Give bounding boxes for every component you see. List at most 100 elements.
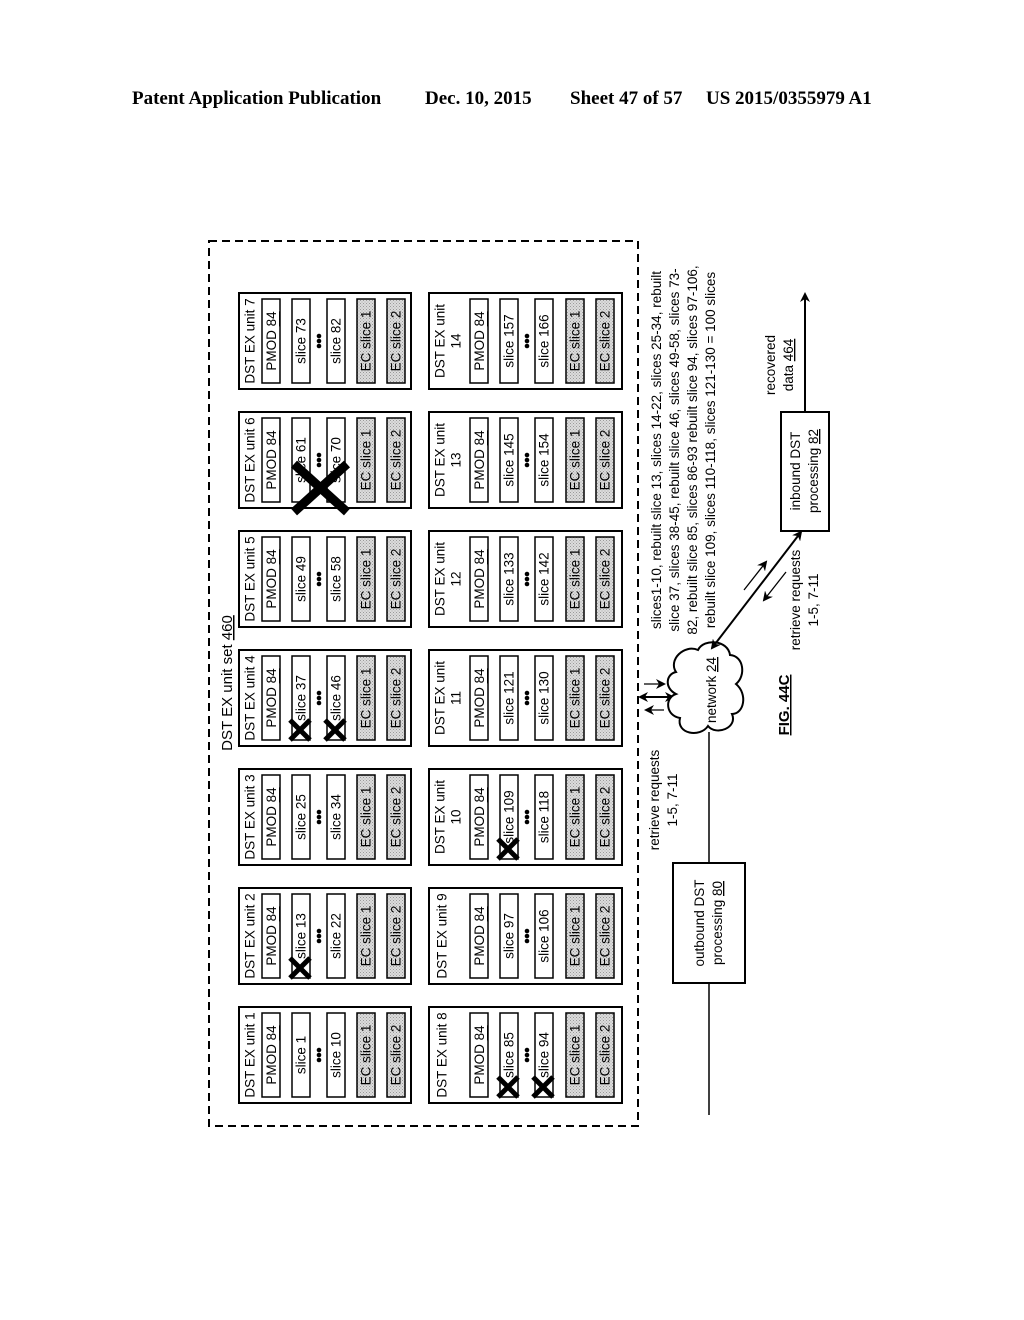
- pmod-label: PMOD 84: [264, 1025, 279, 1085]
- ec-slice-label: EC slice 2: [598, 787, 613, 848]
- slice-label: slice 34: [329, 794, 344, 840]
- ellipsis-icon: [524, 928, 530, 944]
- slice-label: slice 166: [537, 314, 552, 367]
- pmod-label: PMOD 84: [472, 787, 487, 847]
- ec-slice-label: EC slice 1: [359, 906, 374, 967]
- dst-ex-unit: DST EX unit 8 PMOD 84 slice 85 slice 94 EC s…: [428, 1006, 623, 1104]
- slice-label: slice 94: [537, 1032, 552, 1078]
- dst-ex-unit: DST EX unit 11 PMOD 84 slice 121 slice 130 EC…: [428, 649, 623, 747]
- unit-title: DST EX unit: [433, 304, 448, 378]
- ec-slice-label: EC slice 1: [568, 668, 583, 729]
- slices-summary-line1: slices1-10, rebuilt slice 13, slices 14-…: [649, 271, 664, 629]
- ec-slice-label: EC slice 1: [359, 1025, 374, 1086]
- dst-ex-unit: DST EX unit 10 PMOD 84 slice 109 slice 118 EC…: [428, 768, 623, 866]
- slice-label: slice 157: [502, 314, 517, 367]
- slice-label: slice 82: [329, 318, 344, 364]
- unit-title: DST EX unit 9: [435, 893, 450, 978]
- pmod-label: PMOD 84: [472, 311, 487, 371]
- slices-summary-line2: slice 37, slices 38-45, rebuilt slice 46…: [667, 268, 682, 631]
- ec-slice-label: EC slice 2: [389, 430, 404, 491]
- ec-slice-label: EC slice 2: [598, 549, 613, 610]
- slice-label: slice 49: [294, 556, 309, 602]
- dst-ex-unit: DST EX unit 2 PMOD 84 slice 13 slice 22 EC s…: [238, 887, 412, 985]
- pmod-label: PMOD 84: [264, 787, 279, 847]
- unit-title: DST EX unit 6: [243, 417, 258, 502]
- ec-slice-label: EC slice 2: [598, 1025, 613, 1086]
- slice-label: slice 133: [502, 552, 517, 605]
- figure-44c: DST EX unit set 460 DST EX unit 1 PMOD 84…: [208, 240, 830, 1127]
- slice-label: slice 13: [294, 913, 309, 959]
- ec-slice-label: EC slice 2: [598, 906, 613, 967]
- slice-label: slice 58: [329, 556, 344, 602]
- dst-ex-unit: DST EX unit 4 PMOD 84 slice 37 slice 46 EC s…: [238, 649, 412, 747]
- pmod-label: PMOD 84: [264, 311, 279, 371]
- ec-slice-label: EC slice 1: [568, 1025, 583, 1086]
- slice-label: slice 10: [329, 1032, 344, 1078]
- unit-title: DST EX unit 1: [243, 1012, 258, 1097]
- ec-slice-label: EC slice 1: [568, 906, 583, 967]
- slice-label: slice 22: [329, 913, 344, 959]
- ellipsis-icon: [316, 809, 322, 825]
- network-label: network 24: [704, 656, 719, 723]
- ec-slice-label: EC slice 1: [568, 430, 583, 491]
- unit-title-number: 10: [449, 809, 464, 824]
- ec-slice-label: EC slice 2: [389, 311, 404, 372]
- slice-label: slice 118: [537, 791, 552, 843]
- ec-slice-label: EC slice 1: [359, 549, 374, 610]
- pmod-label: PMOD 84: [264, 906, 279, 966]
- ec-slice-label: EC slice 2: [389, 1025, 404, 1086]
- pmod-label: PMOD 84: [264, 430, 279, 490]
- slice-label: slice 109: [502, 790, 517, 843]
- ellipsis-icon: [316, 333, 322, 349]
- dst-ex-unit: DST EX unit 3 PMOD 84 slice 25 slice 34 EC s…: [238, 768, 412, 866]
- ellipsis-icon: [316, 452, 322, 468]
- ellipsis-icon: [524, 809, 530, 825]
- recovered-label-line1: recovered: [763, 335, 778, 395]
- unit-title-number: 14: [449, 333, 464, 349]
- slice-label: slice 25: [294, 794, 309, 840]
- ec-slice-label: EC slice 2: [598, 311, 613, 372]
- slice-label: slice 1: [294, 1036, 309, 1074]
- figure-label: FIG. 44C: [776, 674, 793, 735]
- unit-title: DST EX unit: [433, 542, 448, 616]
- ellipsis-icon: [524, 690, 530, 706]
- ec-slice-label: EC slice 1: [568, 311, 583, 372]
- unit-title: DST EX unit 8: [435, 1012, 450, 1097]
- ellipsis-icon: [316, 1047, 322, 1063]
- slice-label: slice 37: [294, 675, 309, 721]
- ec-slice-label: EC slice 1: [568, 549, 583, 610]
- outbound-dst-processing-box: [672, 862, 746, 984]
- request-arrow-diagonal-icon: [743, 560, 768, 591]
- slice-label: slice 121: [502, 671, 517, 724]
- slices-summary-line4: rebuilt slice 109, slices 110-118, slice…: [703, 272, 718, 629]
- pmod-label: PMOD 84: [264, 549, 279, 609]
- slice-label: slice 85: [502, 1032, 517, 1078]
- dst-ex-unit: DST EX unit 12 PMOD 84 slice 133 slice 142 EC…: [428, 530, 623, 628]
- ec-slice-label: EC slice 2: [598, 430, 613, 491]
- unit-title-number: 12: [449, 571, 464, 586]
- ec-slice-label: EC slice 1: [359, 311, 374, 372]
- unit-title: DST EX unit 2: [243, 893, 258, 978]
- unit-title: DST EX unit: [433, 780, 448, 854]
- ellipsis-icon: [316, 690, 322, 706]
- slice-label: slice 46: [329, 675, 344, 721]
- slice-label: slice 142: [537, 552, 552, 605]
- unit-title: DST EX unit 7: [243, 298, 258, 383]
- ec-slice-label: EC slice 2: [389, 787, 404, 848]
- dst-ex-unit: DST EX unit 5 PMOD 84 slice 49 slice 58 EC s…: [238, 530, 412, 628]
- ellipsis-icon: [524, 452, 530, 468]
- unit-title: DST EX unit 5: [243, 536, 258, 621]
- ec-slice-label: EC slice 1: [359, 430, 374, 491]
- unit-title: DST EX unit: [433, 423, 448, 497]
- unit-title: DST EX unit 4: [243, 655, 258, 741]
- outbound-label-line2: processing 80: [710, 881, 725, 965]
- slices-summary-line3: 82, rebuilt slice 85, slices 86-93 rebui…: [685, 265, 700, 634]
- ec-slice-label: EC slice 1: [359, 787, 374, 848]
- unit-title-number: 11: [449, 691, 464, 705]
- ec-slice-label: EC slice 2: [598, 668, 613, 729]
- dst-ex-unit: DST EX unit 1 PMOD 84 slice 1 slice 10 EC sl…: [238, 1006, 412, 1104]
- slice-label: slice 97: [502, 913, 517, 959]
- unit-title: DST EX unit 3: [243, 774, 258, 859]
- pmod-label: PMOD 84: [472, 430, 487, 490]
- pmod-label: PMOD 84: [472, 906, 487, 966]
